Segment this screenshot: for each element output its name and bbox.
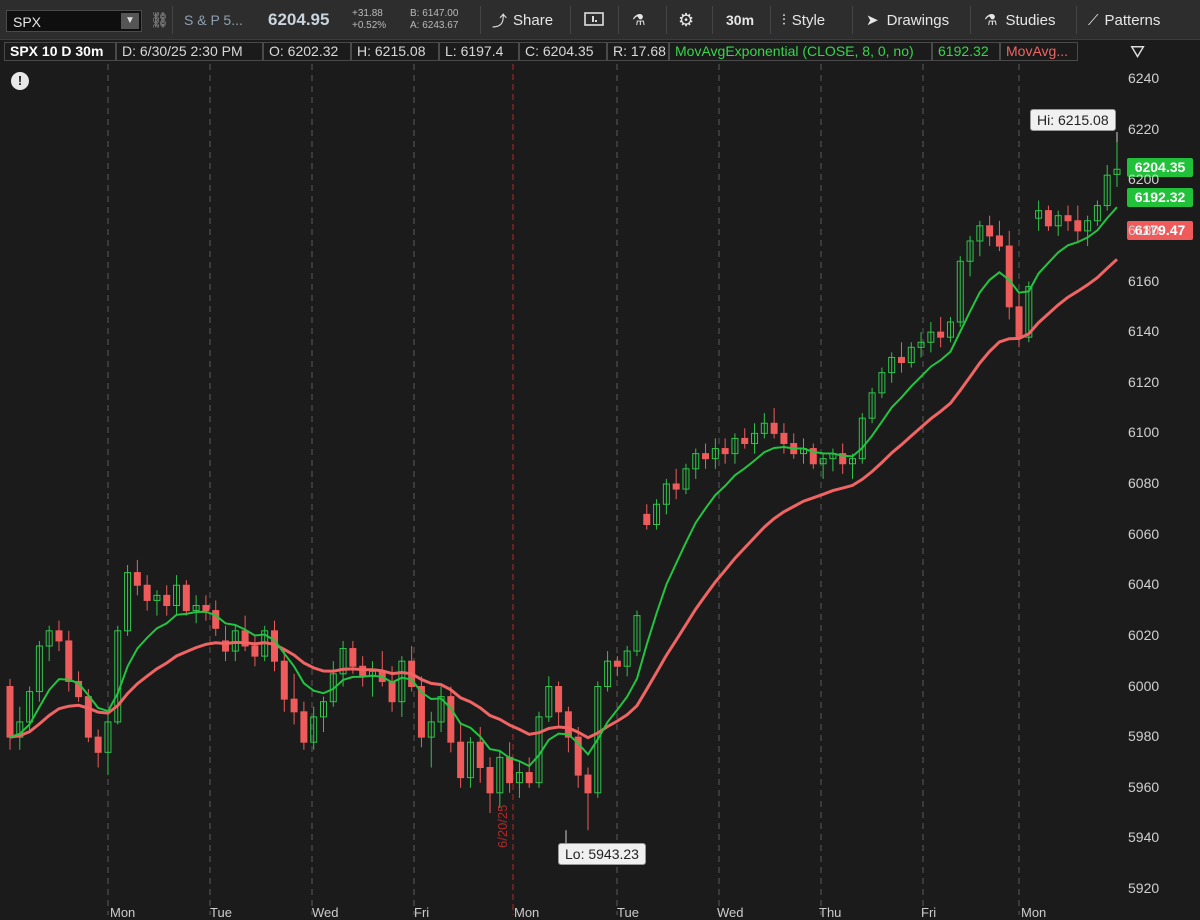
price-tick-label: 6000 [1128,677,1160,694]
price-tick-label: 6080 [1128,475,1160,491]
day-label: Mon [514,905,540,920]
candle-body [672,483,680,490]
candle-body [702,453,710,460]
alert-badge-icon[interactable]: ! [11,72,29,90]
candle-body [643,513,651,525]
low-callout: Lo: 5943.23 [558,843,646,865]
candle-body [457,741,465,779]
candle-body [202,605,210,612]
day-label: Tue [210,905,232,920]
candle-body [280,660,288,700]
candle-body [995,235,1003,247]
candle-body [349,648,357,667]
day-label: Thu [819,905,842,920]
candle-body [300,711,308,743]
candle-body [182,584,190,612]
candle-body [1005,245,1013,308]
day-label: Wed [717,905,744,920]
candle-body [780,432,788,444]
price-tick-label: 6100 [1128,424,1160,441]
candle-body [770,422,778,434]
price-tick-label: 6160 [1128,272,1160,289]
candle-body [447,696,455,743]
candle-body [163,594,171,606]
day-label: Wed [312,905,339,920]
candle-body [84,696,92,738]
candle-body [212,610,220,629]
price-chart[interactable] [0,0,1200,915]
price-tick-label: 6040 [1128,576,1160,593]
day-label: Mon [1021,905,1047,920]
price-tick-label: 5920 [1128,880,1160,896]
candle-body [721,448,729,455]
day-label: Tue [617,905,639,920]
candle-body [555,686,563,713]
candle-body [486,767,494,794]
price-tick-label: 6240 [1128,70,1160,86]
candle-body [937,331,945,338]
candle-body [6,686,14,738]
candle-body [525,772,533,784]
candle-body [1044,210,1052,227]
price-tick-label: 6200 [1128,171,1160,188]
price-tick-label: 5960 [1128,778,1160,795]
candle-body [506,756,514,784]
price-tick-label: 5980 [1128,728,1160,745]
candle-body [290,698,298,713]
candle-body [584,774,592,794]
candle-body [1064,215,1072,222]
price-tick-label: 6120 [1128,373,1160,390]
candle-body [897,356,905,363]
date-marker-label: 6/20/25 [495,804,510,848]
candle-body [133,572,141,586]
candle-body [1074,220,1082,232]
price-tick-label: 6220 [1128,120,1160,137]
candle-body [143,584,151,601]
candle-body [986,225,994,237]
price-tick-label: 6020 [1128,626,1160,643]
candle-body [476,741,484,768]
day-label: Fri [414,905,430,920]
ema-line [9,206,1118,768]
price-tick-label: 5940 [1128,829,1160,846]
high-callout: Hi: 6215.08 [1030,109,1116,131]
day-label: Fri [921,905,937,920]
candle-body [251,645,259,657]
price-tick-label: 6060 [1128,525,1160,542]
candle-body [388,680,396,703]
day-label: Mon [110,905,136,920]
candle-body [613,660,621,667]
candle-body [55,630,63,642]
candle-body [65,640,73,682]
price-tick-label: 6180 [1128,221,1160,238]
price-tick-label: 6140 [1128,323,1160,340]
candle-body [359,665,367,677]
candle-body [94,736,102,753]
ema-price-badge: 6192.32 [1127,188,1193,207]
candle-body [1015,306,1023,338]
candle-body [741,437,749,444]
